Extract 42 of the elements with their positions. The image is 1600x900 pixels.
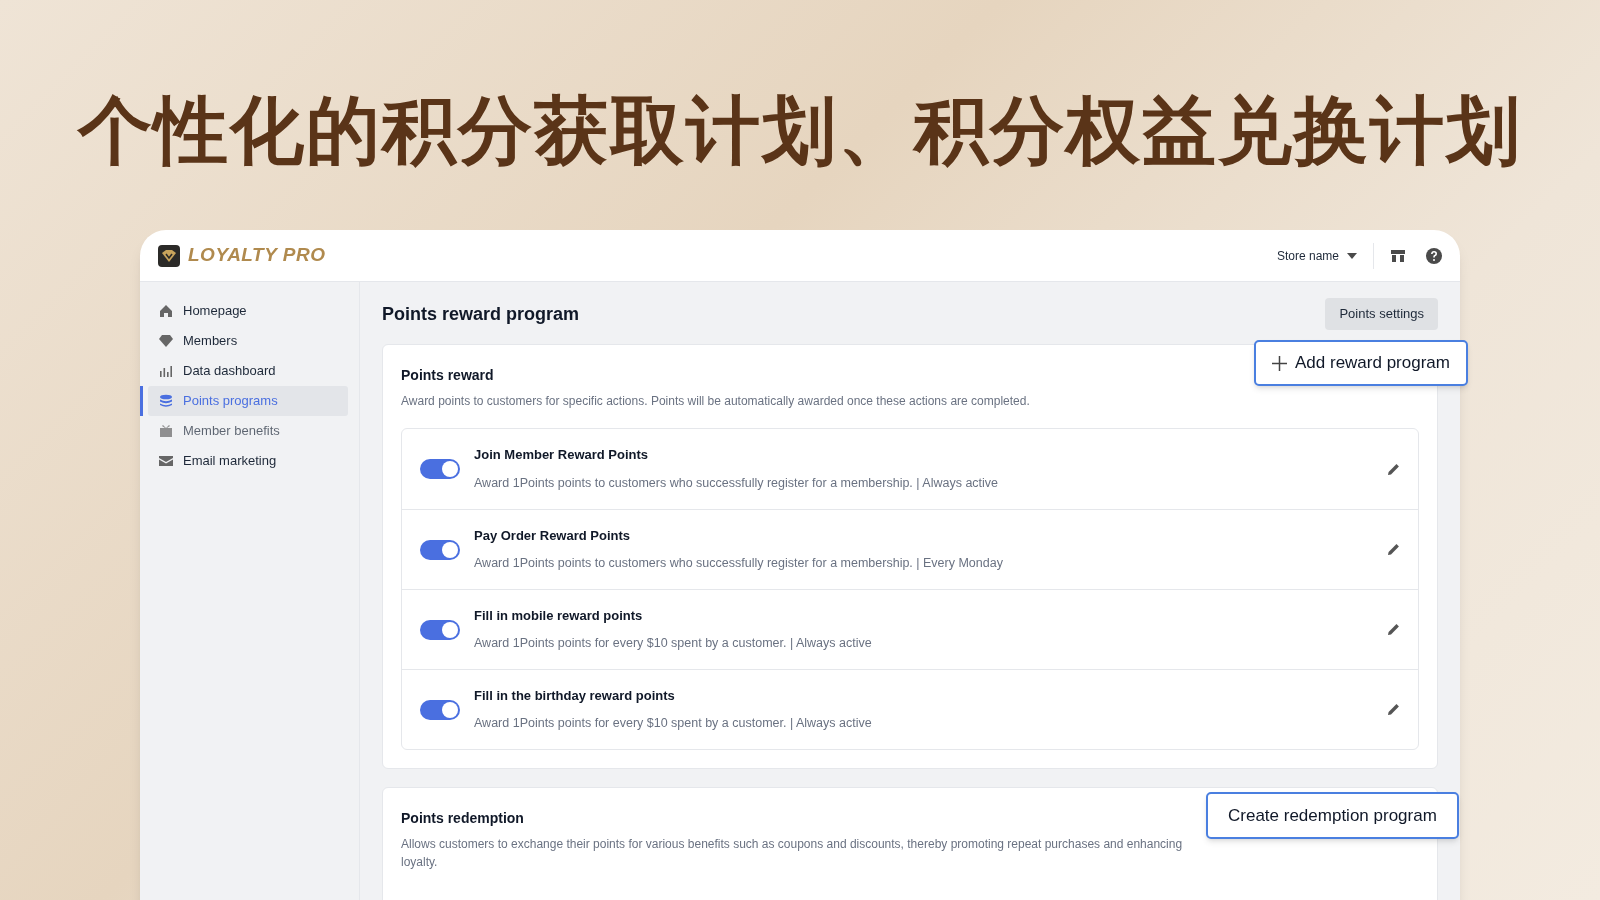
row-title: Fill in the birthday reward points xyxy=(474,686,676,705)
headline: 个性化的积分获取计划、积分权益兑换计划 xyxy=(78,86,1522,175)
toggle-switch[interactable] xyxy=(420,539,460,560)
card-description: Award points to customers for specific actions. Points will be automatically awarded once these actions are completed. xyxy=(401,393,1031,410)
gift-box-icon xyxy=(158,423,174,439)
toggle-switch[interactable] xyxy=(420,619,460,640)
points-settings-button[interactable]: Points settings xyxy=(1325,298,1438,330)
help-icon[interactable] xyxy=(1426,247,1442,264)
row-title: Pay Order Reward Points xyxy=(474,526,632,545)
toggle-switch[interactable] xyxy=(420,459,460,479)
store-selector[interactable]: Store name xyxy=(1276,242,1374,269)
row-title: Join Member Reward Points xyxy=(474,446,650,465)
stack-icon xyxy=(158,393,174,409)
card-title: Points redemption xyxy=(401,809,524,828)
caret-icon xyxy=(1347,252,1357,259)
add-reward-program-button[interactable]: Add reward program xyxy=(1254,340,1468,386)
toggle-switch[interactable] xyxy=(420,699,460,720)
pencil-icon[interactable] xyxy=(1387,462,1400,476)
sidebar-item[interactable]: Data dashboard xyxy=(148,356,348,386)
logo-icon xyxy=(158,244,180,267)
pencil-icon[interactable] xyxy=(1387,543,1400,556)
row-description: Award 1Points points to customers who successfully register for a membership. | Always active xyxy=(474,474,1000,492)
pencil-icon[interactable] xyxy=(1387,703,1400,716)
create-redemption-program-button[interactable]: Create redemption program xyxy=(1206,792,1459,839)
sidebar-item[interactable]: Points programs xyxy=(148,386,348,416)
bar-chart-icon xyxy=(158,363,174,379)
pencil-icon[interactable] xyxy=(1387,623,1400,636)
row-title: Fill in mobile reward points xyxy=(474,606,644,625)
row-description: Award 1Points points for every $10 spent by a customer. | Always active xyxy=(474,715,873,733)
sidebar-item[interactable]: Members xyxy=(148,326,348,356)
logo-text: LOYALTY PRO xyxy=(188,243,326,268)
card-description: Allows customers to exchange their points for various benefits such as coupons and discounts, thereby promoting repeat purchases and enhancing loyalty. xyxy=(401,836,1184,871)
sidebar-item[interactable]: Email marketing xyxy=(148,446,348,476)
page-title: Points reward program xyxy=(382,302,580,326)
plus-icon xyxy=(1272,355,1287,371)
sidebar-item[interactable]: Homepage xyxy=(148,296,348,326)
row-description: Award 1Points points for every $10 spent by a customer. | Always active xyxy=(474,635,873,653)
diamond-icon xyxy=(158,333,174,349)
home-icon xyxy=(158,303,174,319)
envelope-icon xyxy=(158,453,174,469)
row-description: Award 1Points points to customers who successfully register for a membership. | Every Monday xyxy=(474,555,1004,573)
store-icon[interactable] xyxy=(1390,247,1406,264)
